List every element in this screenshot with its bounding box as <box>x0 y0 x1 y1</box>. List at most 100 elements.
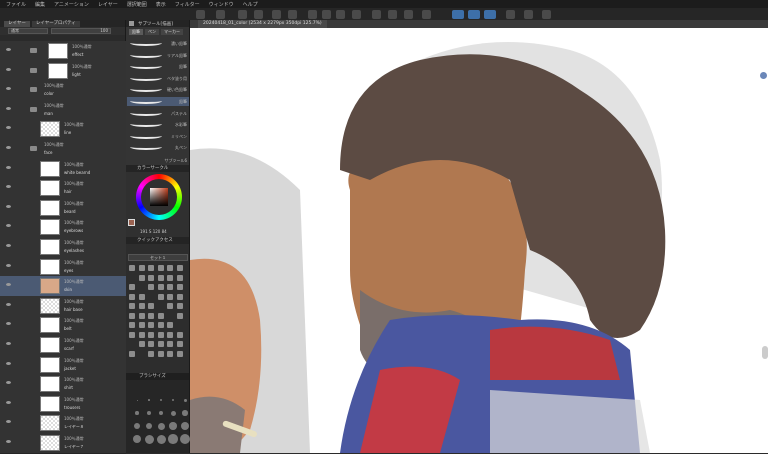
brush-size-preset[interactable] <box>157 422 165 430</box>
brush-size-preset[interactable] <box>168 434 178 444</box>
panel-collapse-handle[interactable] <box>762 346 768 359</box>
quick-tool-icon[interactable] <box>138 274 145 281</box>
visibility-eye-icon[interactable] <box>6 106 11 110</box>
layer-row[interactable]: 100％通常 face <box>0 139 126 160</box>
stroke-mode-3-icon[interactable] <box>484 10 496 19</box>
brush-label[interactable]: 水彩筆 <box>175 122 187 128</box>
brush-stroke-preview[interactable] <box>130 121 162 128</box>
visibility-eye-icon[interactable] <box>6 361 11 365</box>
brush-size-preset[interactable] <box>148 399 150 401</box>
menu-help[interactable]: ヘルプ <box>243 1 258 8</box>
visibility-eye-icon[interactable] <box>6 283 11 287</box>
layer-row[interactable]: 100％通常 hair <box>0 178 126 199</box>
quick-tool-icon[interactable] <box>148 274 154 281</box>
quick-tool-icon[interactable] <box>148 284 154 290</box>
quick-tool-icon[interactable] <box>138 341 145 347</box>
tb-icon-20[interactable] <box>542 10 551 19</box>
visibility-eye-icon[interactable] <box>6 244 11 247</box>
quick-tool-icon[interactable] <box>157 265 164 271</box>
tb-icon-13[interactable] <box>404 10 413 19</box>
brush-label[interactable]: ベタ塗り用 <box>167 76 187 82</box>
quick-tool-icon[interactable] <box>138 331 145 338</box>
visibility-eye-icon[interactable] <box>6 67 11 71</box>
quick-tool-icon[interactable] <box>167 331 173 338</box>
quick-tool-icon[interactable] <box>157 274 164 281</box>
canvas-area[interactable]: 20240418_01_color (2534 x 2279px 350dpi … <box>190 20 768 453</box>
saturation-value-square[interactable] <box>150 188 168 206</box>
blend-mode-select[interactable]: 通常 <box>8 28 48 34</box>
quick-tool-icon[interactable] <box>148 331 154 338</box>
quick-tool-icon[interactable] <box>167 265 173 271</box>
brush-stroke-preview[interactable] <box>130 40 162 46</box>
visibility-eye-icon[interactable] <box>6 342 11 345</box>
quick-tool-icon[interactable] <box>157 350 164 357</box>
visibility-eye-icon[interactable] <box>6 302 11 306</box>
quick-tool-icon[interactable] <box>129 293 135 300</box>
brush-size-preset[interactable] <box>183 398 187 402</box>
tb-icon-8[interactable] <box>322 10 331 19</box>
tab-marker[interactable]: マーカー <box>161 29 183 35</box>
quick-tool-icon[interactable] <box>176 303 183 309</box>
layer-row[interactable]: 100％通常 trousers <box>0 393 126 415</box>
quick-tool-icon[interactable] <box>157 293 164 300</box>
layer-row[interactable]: 100％通常 レイヤー８ <box>0 413 126 434</box>
visibility-eye-icon[interactable] <box>6 420 11 424</box>
visibility-eye-icon[interactable] <box>6 185 11 189</box>
quick-tool-icon[interactable] <box>176 293 183 300</box>
brush-size-preset[interactable] <box>180 434 190 444</box>
layer-row[interactable]: 100％通常 レイヤー７ <box>0 433 126 454</box>
layer-row[interactable]: 100％通常 effect <box>0 41 126 62</box>
quick-tool-icon[interactable] <box>176 274 183 281</box>
quick-tool-icon[interactable] <box>167 284 173 290</box>
quick-tool-icon[interactable] <box>167 293 173 300</box>
brush-size-preset[interactable] <box>135 411 139 415</box>
brush-label[interactable]: ミリペン <box>171 134 187 140</box>
quick-tool-icon[interactable] <box>129 331 135 338</box>
layer-row[interactable]: 100％通常 shirt <box>0 374 126 395</box>
layer-row[interactable]: 100％通常 hair base <box>0 295 126 317</box>
menu-edit[interactable]: 編集 <box>35 1 45 8</box>
redo-icon[interactable] <box>288 10 297 19</box>
tb-icon-4[interactable] <box>254 10 263 19</box>
document-tab[interactable]: 20240418_01_color (2534 x 2279px 350dpi … <box>198 20 327 28</box>
quick-tool-icon[interactable] <box>176 331 183 338</box>
quick-tool-icon[interactable] <box>167 274 173 281</box>
quick-tool-icon[interactable] <box>176 341 183 347</box>
tb-icon-7[interactable] <box>308 10 317 19</box>
tab-layer[interactable]: レイヤー <box>4 20 30 27</box>
brush-stroke-preview[interactable] <box>130 110 162 116</box>
visibility-eye-icon[interactable] <box>6 440 11 443</box>
brush-size-preset[interactable] <box>134 423 140 429</box>
layer-row[interactable]: 100％通常 belt <box>0 315 126 336</box>
stroke-mode-2-icon[interactable] <box>468 10 480 19</box>
layer-row[interactable]: 100％通常 eyelashes <box>0 237 126 258</box>
layer-row[interactable]: 100％通常 beard <box>0 197 126 219</box>
visibility-eye-icon[interactable] <box>6 48 11 51</box>
tb-icon-3[interactable] <box>238 10 247 19</box>
visibility-eye-icon[interactable] <box>6 400 11 404</box>
layer-row[interactable]: 100％通常 light <box>0 60 126 82</box>
layer-row[interactable]: 100％通常 line <box>0 119 126 140</box>
quick-tool-icon[interactable] <box>157 322 164 328</box>
brush-label[interactable]: パステル <box>171 111 187 117</box>
brush-size-preset[interactable] <box>132 434 142 444</box>
quick-tool-icon[interactable] <box>157 284 164 290</box>
visibility-eye-icon[interactable] <box>6 165 11 169</box>
visibility-eye-icon[interactable] <box>6 224 11 228</box>
layer-row[interactable]: 100％通常 skin <box>0 276 126 297</box>
menu-selection[interactable]: 選択範囲 <box>127 1 147 8</box>
tb-icon-1[interactable] <box>196 10 205 19</box>
opacity-field[interactable]: 100 <box>51 28 111 34</box>
layer-row[interactable]: 100％通常 white bearnd <box>0 158 126 180</box>
quick-tool-icon[interactable] <box>138 322 145 328</box>
tb-icon-12[interactable] <box>388 10 397 19</box>
quick-tool-icon[interactable] <box>167 322 173 328</box>
menu-layer[interactable]: レイヤー <box>98 1 118 8</box>
layer-row[interactable]: 100％通常 man <box>0 99 126 121</box>
brush-stroke-preview[interactable] <box>130 86 162 93</box>
quick-tool-icon[interactable] <box>148 312 154 319</box>
brush-size-preset[interactable] <box>160 399 162 401</box>
quick-tool-icon[interactable] <box>176 350 183 357</box>
quick-tool-icon[interactable] <box>129 284 135 290</box>
menu-window[interactable]: ウィンドウ <box>209 1 234 8</box>
